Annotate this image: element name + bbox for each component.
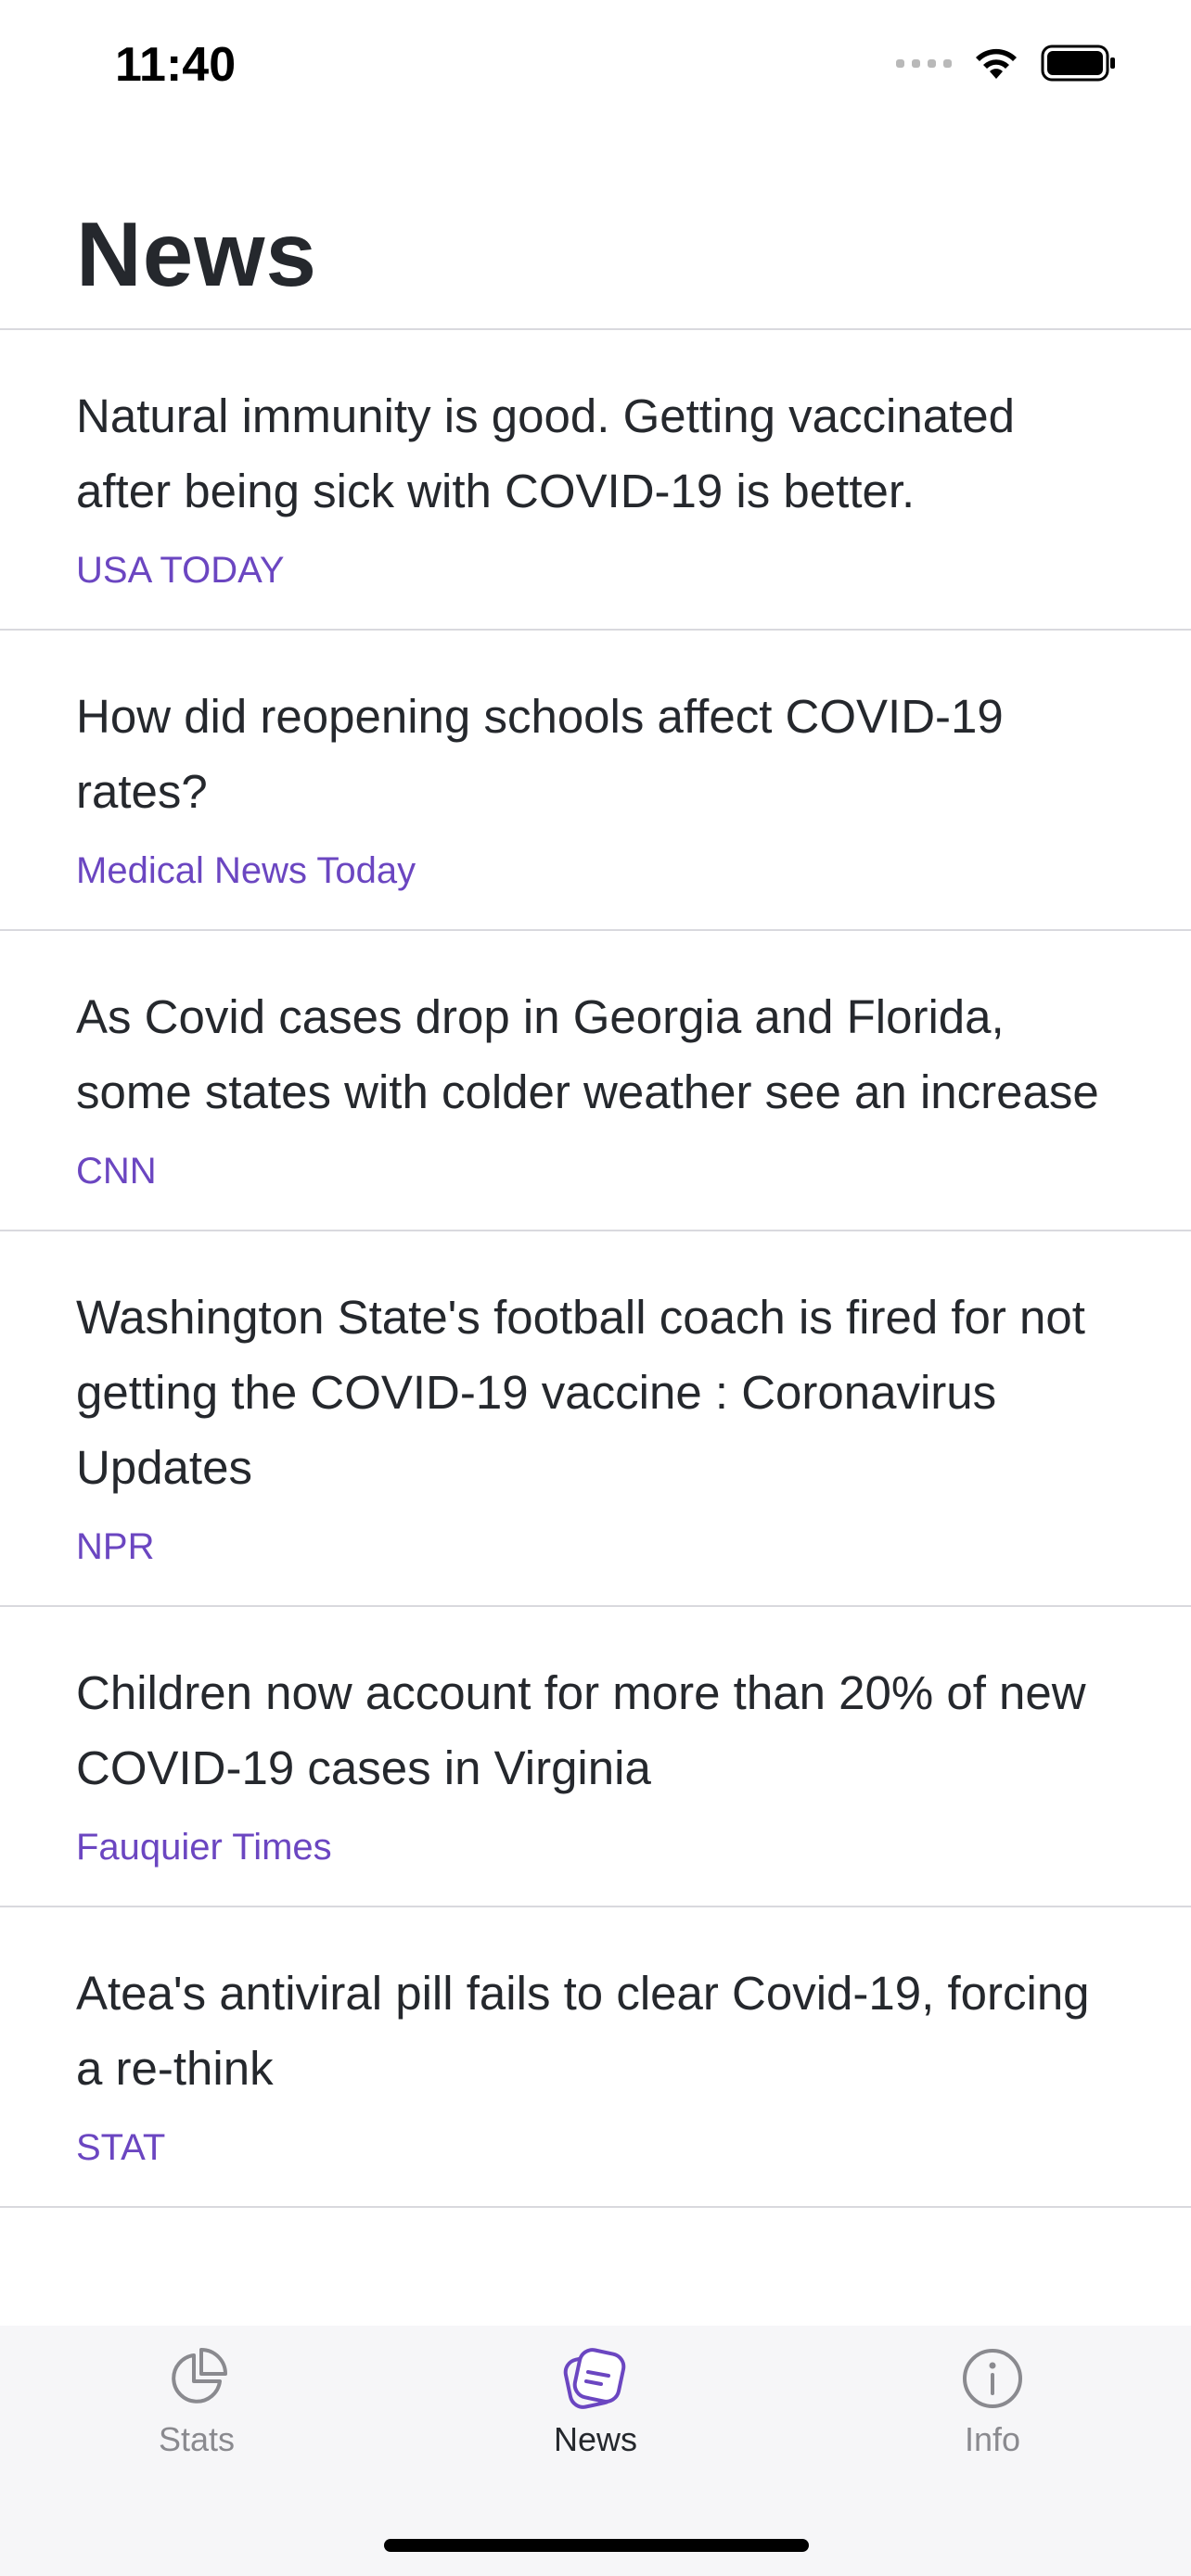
info-icon xyxy=(963,2349,1022,2408)
cellular-signal-icon xyxy=(896,58,952,68)
page-title: News xyxy=(76,203,318,305)
tab-info-label: Info xyxy=(964,2420,1021,2458)
tab-news[interactable]: News xyxy=(493,2326,698,2459)
tab-news-label: News xyxy=(553,2420,638,2458)
news-item[interactable]: As Covid cases drop in Georgia and Flori… xyxy=(0,931,1191,1231)
status-time: 11:40 xyxy=(115,38,237,92)
tab-info[interactable]: Info xyxy=(890,2326,1095,2459)
news-source: STAT xyxy=(76,2127,166,2168)
pie-chart-icon xyxy=(172,2348,227,2404)
news-headline: Atea's antiviral pill fails to clear Cov… xyxy=(76,1967,1090,2095)
news-source: CNN xyxy=(76,1151,157,1192)
tab-stats-label: Stats xyxy=(158,2420,236,2458)
news-item[interactable]: Washington State's football coach is fir… xyxy=(0,1231,1191,1607)
news-source: Fauquier Times xyxy=(76,1827,332,1868)
status-bar: 11:40 xyxy=(0,0,1191,139)
status-icons xyxy=(896,45,1117,82)
news-headline: Children now account for more than 20% o… xyxy=(76,1666,1086,1794)
wifi-icon xyxy=(976,48,1017,79)
news-source: USA TODAY xyxy=(76,550,285,591)
news-item[interactable]: Children now account for more than 20% o… xyxy=(0,1607,1191,1907)
news-headline: Washington State's football coach is fir… xyxy=(76,1291,1085,1494)
news-item[interactable]: How did reopening schools affect COVID-1… xyxy=(0,631,1191,931)
home-indicator[interactable] xyxy=(384,2539,809,2552)
news-source: Medical News Today xyxy=(76,850,416,891)
news-headline: Natural immunity is good. Getting vaccin… xyxy=(76,389,1015,517)
news-list: Natural immunity is good. Getting vaccin… xyxy=(0,328,1191,2208)
news-headline: How did reopening schools affect COVID-1… xyxy=(76,690,1004,818)
news-source: NPR xyxy=(76,1526,155,1567)
news-headline: As Covid cases drop in Georgia and Flori… xyxy=(76,990,1099,1118)
news-icon xyxy=(563,2348,626,2409)
news-item[interactable]: Natural immunity is good. Getting vaccin… xyxy=(0,330,1191,631)
news-item[interactable]: Atea's antiviral pill fails to clear Cov… xyxy=(0,1907,1191,2208)
battery-icon xyxy=(1041,45,1115,82)
tab-stats[interactable]: Stats xyxy=(95,2326,299,2459)
